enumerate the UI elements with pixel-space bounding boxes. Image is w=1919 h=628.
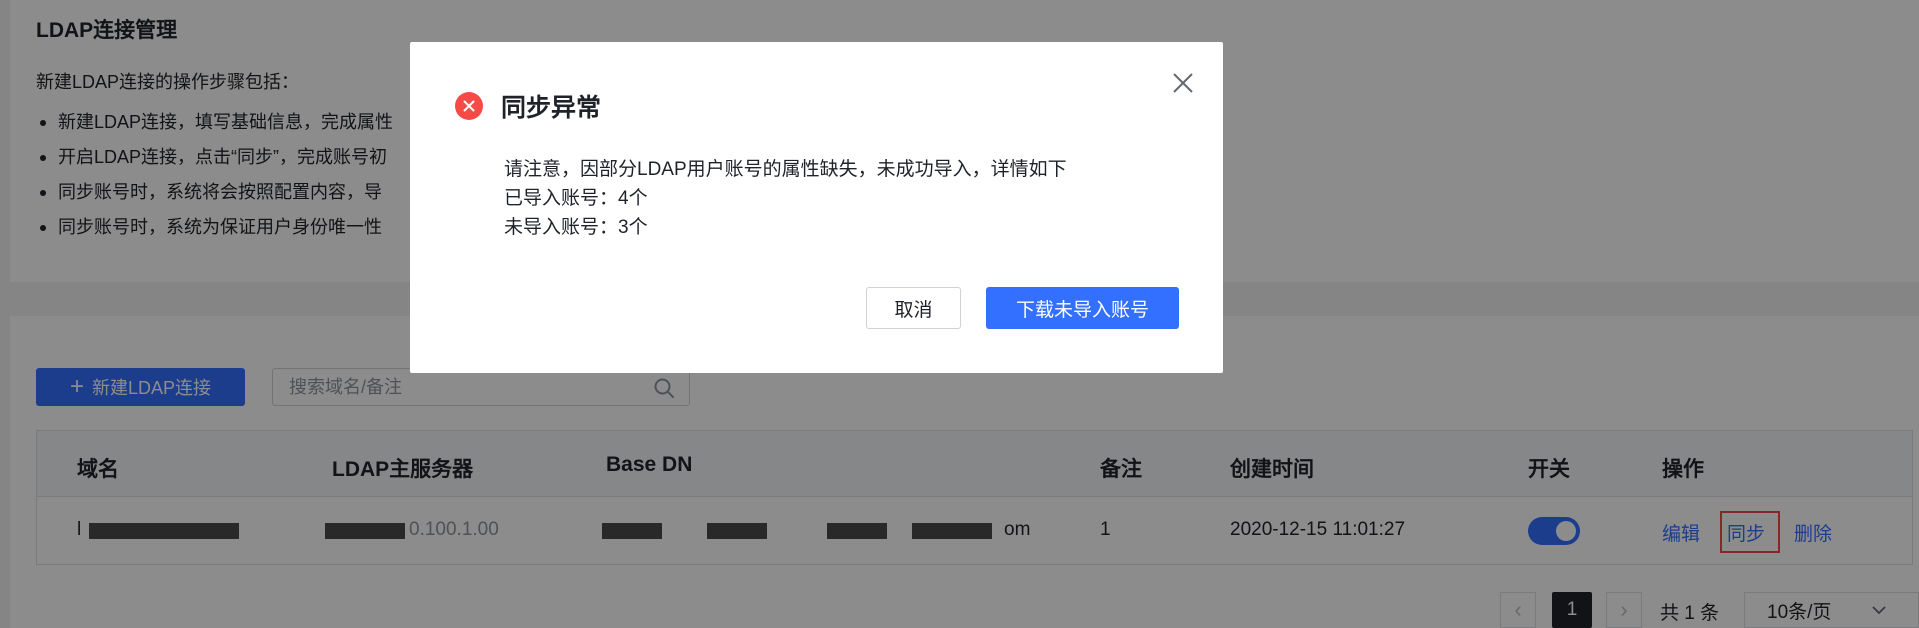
error-icon [455, 92, 483, 120]
dialog-message-text: 请注意，因部分LDAP用户账号的属性缺失，未成功导入，详情如下 [504, 159, 1067, 180]
sync-error-dialog: 同步异常 请注意，因部分LDAP用户账号的属性缺失，未成功导入，详情如下 已导入… [410, 42, 1223, 373]
not-imported-count: 未导入账号：3个 [504, 217, 648, 238]
imported-count: 已导入账号：4个 [504, 188, 648, 209]
close-icon[interactable] [1168, 68, 1198, 98]
dialog-title: 同步异常 [501, 94, 602, 122]
cancel-button[interactable]: 取消 [866, 287, 961, 329]
dialog-message: 请注意，因部分LDAP用户账号的属性缺失，未成功导入，详情如下 已导入账号：4个… [504, 155, 1067, 242]
download-failed-accounts-button[interactable]: 下载未导入账号 [986, 287, 1179, 329]
